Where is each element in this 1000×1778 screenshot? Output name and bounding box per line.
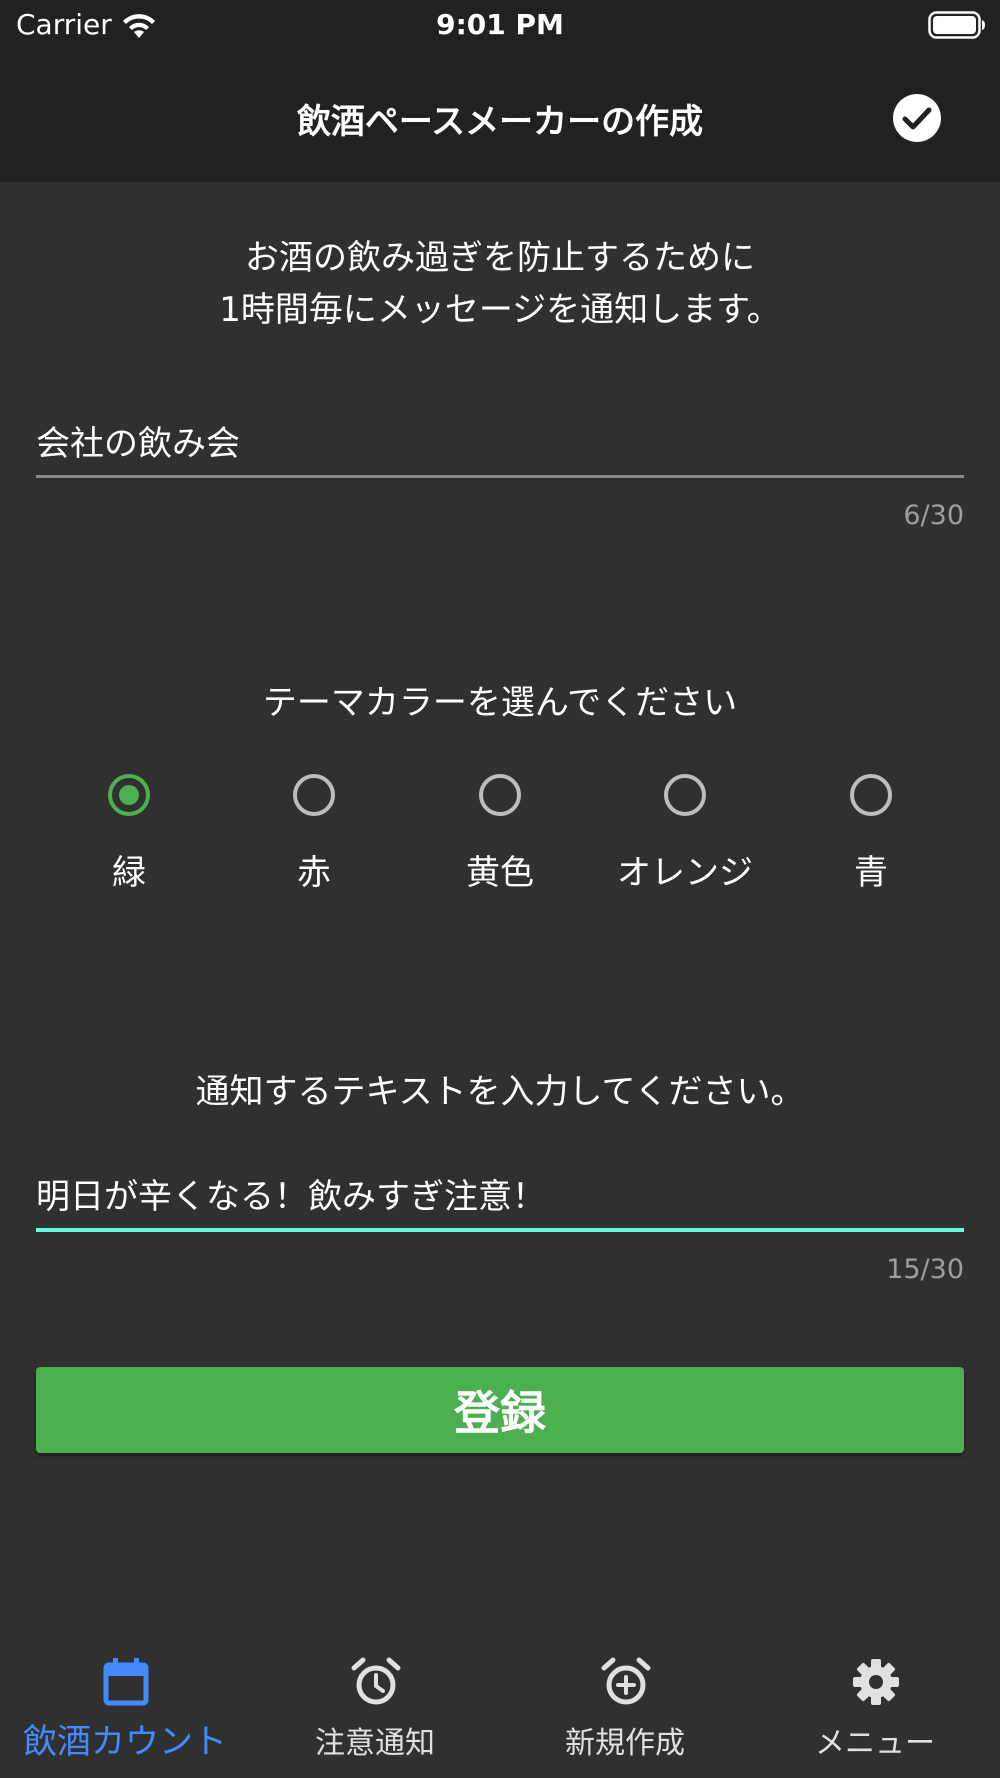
nav-item-drink-count[interactable]: 飲酒カウント	[0, 1640, 250, 1778]
nav-item-new-create[interactable]: 新規作成	[500, 1640, 750, 1778]
nav-item-menu[interactable]: メニュー	[750, 1640, 1000, 1778]
description: お酒の飲み過ぎを防止するために 1時間毎にメッセージを通知します。	[0, 232, 1000, 336]
radio-label: 青	[854, 853, 888, 893]
register-button[interactable]: 登録	[36, 1367, 964, 1453]
page-title: 飲酒ペースメーカーの作成	[296, 102, 704, 142]
nav-item-warning-notice[interactable]: 注意通知	[250, 1640, 500, 1778]
screen: Carrier 9:01 PM 飲酒ペースメーカーの作成 お酒の飲み過ぎを防止す…	[0, 0, 1000, 1778]
theme-color-radio-group: 緑 赤 黄色 オレンジ 青	[0, 770, 1000, 893]
nav-label: 新規作成	[565, 1726, 685, 1761]
name-field: 6/30	[36, 405, 964, 531]
radio-green[interactable]: 緑	[39, 770, 219, 893]
radio-label: 緑	[112, 853, 146, 893]
notify-counter: 15/30	[886, 1254, 964, 1285]
bottom-nav: 飲酒カウント 注意通知 新規作成 メニュー	[0, 1640, 1000, 1778]
radio-circle	[479, 774, 521, 816]
alarm-add-icon	[601, 1657, 651, 1705]
gear-icon	[853, 1659, 899, 1705]
radio-label: 黄色	[466, 853, 534, 893]
radio-circle	[664, 774, 706, 816]
notify-heading: 通知するテキストを入力してください。	[195, 1072, 805, 1112]
status-bar: Carrier 9:01 PM	[0, 0, 1000, 52]
battery-icon	[928, 11, 985, 39]
radio-orange[interactable]: オレンジ	[595, 770, 775, 893]
radio-label: オレンジ	[617, 853, 753, 893]
description-line-2: 1時間毎にメッセージを通知します。	[219, 290, 781, 330]
confirm-button[interactable]	[893, 94, 941, 142]
nav-label: 注意通知	[315, 1726, 435, 1761]
notify-input[interactable]	[36, 1158, 964, 1228]
app-bar: 飲酒ペースメーカーの作成	[0, 52, 1000, 182]
nav-label: 飲酒カウント	[23, 1722, 227, 1762]
nav-label: メニュー	[815, 1726, 935, 1761]
name-counter: 6/30	[903, 500, 964, 531]
radio-circle	[108, 774, 150, 816]
radio-circle	[293, 774, 335, 816]
notify-underline	[36, 1228, 964, 1232]
check-icon	[902, 107, 932, 130]
notify-field: 15/30	[36, 1158, 964, 1285]
radio-label: 赤	[297, 853, 331, 893]
radio-blue[interactable]: 青	[781, 770, 961, 893]
radio-circle	[850, 774, 892, 816]
description-line-1: お酒の飲み過ぎを防止するために	[245, 238, 755, 278]
radio-yellow[interactable]: 黄色	[410, 770, 590, 893]
theme-heading: テーマカラーを選んでください	[262, 683, 738, 723]
name-input[interactable]	[36, 405, 964, 475]
status-time: 9:01 PM	[436, 8, 564, 41]
name-underline	[36, 475, 964, 478]
radio-red[interactable]: 赤	[224, 770, 404, 893]
alarm-icon	[351, 1657, 401, 1705]
calendar-icon	[103, 1658, 149, 1706]
